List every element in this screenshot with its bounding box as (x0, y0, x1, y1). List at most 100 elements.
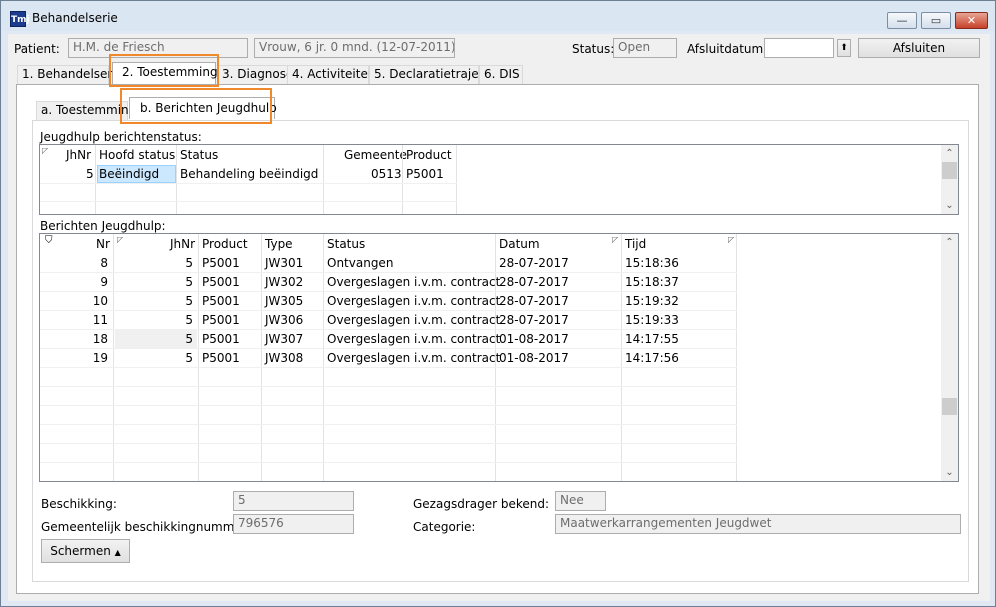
sort-icon: ◸ (117, 235, 124, 244)
tab-declaratietraject[interactable]: 5. Declaratietraject (369, 65, 490, 84)
cell-tijd: 15:19:33 (625, 313, 679, 327)
cell-nr: 10 (92, 294, 108, 308)
cell-nr: 19 (92, 351, 108, 365)
tab-diagnose[interactable]: 3. Diagnose (217, 65, 293, 84)
beschikking-field: 5 (233, 491, 354, 511)
window-title: Behandelserie (32, 11, 118, 25)
up-arrow-icon: ⬆ (840, 43, 848, 53)
cell-nr: 9 (100, 275, 108, 289)
status-label: Status: (572, 42, 615, 56)
cell-status: Overgeslagen i.v.m. contract (327, 332, 501, 346)
col-nr-header[interactable]: Nr (96, 237, 110, 251)
filter-icon[interactable]: ⛉ (45, 235, 53, 246)
col-product-header[interactable]: Product (406, 148, 452, 162)
categorie-label: Categorie: (413, 520, 476, 534)
afsluitdatum-input[interactable] (764, 38, 834, 58)
tab-page-toestemming: a. Toestemming b. Berichten Jeugdhulp Je… (16, 84, 979, 594)
tab-activiteiten[interactable]: 4. Activiteiten (287, 65, 375, 84)
sort-icon: ◸ (42, 146, 49, 155)
cell-type: JW302 (265, 275, 304, 289)
gezagsdrager-field: Nee (555, 491, 606, 511)
cell-type: JW307 (265, 332, 304, 346)
cell-status: Behandeling beëindigd (180, 167, 319, 181)
col-hoofdstatus-header[interactable]: Hoofd status (99, 148, 175, 162)
subtab-panel: Jeugdhulp berichtenstatus: ◸ JhNr Hoofd … (32, 120, 969, 582)
sort-icon: ◸ (612, 235, 619, 244)
cell-jhnr: 5 (185, 256, 193, 270)
afsluiten-button[interactable]: Afsluiten (858, 38, 980, 58)
status-field: Open (613, 38, 677, 58)
cell-product: P5001 (202, 275, 240, 289)
scroll-thumb[interactable] (942, 162, 957, 179)
sort-icon: ◸ (728, 235, 735, 244)
cell-tijd: 15:18:36 (625, 256, 679, 270)
scroll-down-icon[interactable]: ⌄ (941, 464, 958, 481)
cell-datum: 28-07-2017 (499, 256, 569, 270)
col-jhnr-header[interactable]: JhNr (170, 237, 195, 251)
caret-up-icon: ▲ (114, 548, 121, 557)
cell-type: JW308 (265, 351, 304, 365)
afsluitdatum-label: Afsluitdatum: (687, 42, 768, 56)
schermen-button[interactable]: Schermen ▲ (41, 539, 130, 563)
col-status-header[interactable]: Status (180, 148, 218, 162)
col-product-header[interactable]: Product (202, 237, 248, 251)
patient-label: Patient: (14, 42, 60, 56)
close-button[interactable]: ✕ (955, 12, 988, 29)
cell-jhnr: 5 (185, 294, 193, 308)
scroll-thumb[interactable] (942, 398, 957, 415)
minimize-button[interactable]: — (887, 12, 917, 29)
app-icon: Tmj (10, 11, 30, 27)
cell-jhnr: 5 (185, 351, 193, 365)
cell-jhnr: 5 (86, 167, 94, 181)
cell-type: JW306 (265, 313, 304, 327)
cell-nr: 18 (92, 332, 108, 346)
col-gemeente-header[interactable]: Gemeente (344, 148, 407, 162)
highlight-tab (109, 54, 219, 87)
cell-nr: 11 (92, 313, 108, 327)
cell-product: P5001 (202, 351, 240, 365)
col-datum-header[interactable]: Datum (499, 237, 540, 251)
cell-product: P5001 (202, 313, 240, 327)
tab-dis[interactable]: 6. DIS (479, 65, 523, 84)
highlight-subtab (120, 88, 272, 124)
cell-tijd: 14:17:55 (625, 332, 679, 346)
status-grid-label: Jeugdhulp berichtenstatus: (40, 130, 202, 144)
cell-type: JW301 (265, 256, 304, 270)
beschikking-label: Beschikking: (41, 497, 117, 511)
title-bar[interactable]: Tmj Behandelserie — ▭ ✕ (1, 1, 995, 31)
cell-product: P5001 (406, 167, 444, 181)
subtab-toestemming[interactable]: a. Toestemming (36, 101, 136, 120)
cell-nr: 8 (100, 256, 108, 270)
cell-status: Overgeslagen i.v.m. contract (327, 294, 501, 308)
cell-status: Ontvangen (327, 256, 394, 270)
categorie-field: Maatwerkarrangementen Jeugdwet (555, 514, 961, 534)
client-area: Patient: H.M. de Friesch Vrouw, 6 jr. 0 … (8, 34, 990, 601)
col-status-header[interactable]: Status (327, 237, 365, 251)
berichten-grid-scrollbar[interactable]: ⌃ ⌄ (941, 234, 958, 481)
cell-tijd: 15:19:32 (625, 294, 679, 308)
col-jhnr-header[interactable]: JhNr (66, 148, 91, 162)
cell-jhnr: 5 (185, 332, 193, 346)
col-tijd-header[interactable]: Tijd (625, 237, 646, 251)
cell-datum: 28-07-2017 (499, 275, 569, 289)
cell-datum: 01-08-2017 (499, 332, 569, 346)
col-type-header[interactable]: Type (265, 237, 293, 251)
status-grid-scrollbar[interactable]: ⌃ ⌄ (941, 145, 958, 214)
gemeentelijk-label: Gemeentelijk beschikkingnummer: (41, 520, 251, 534)
cell-status: Overgeslagen i.v.m. contract (327, 275, 501, 289)
scroll-down-icon[interactable]: ⌄ (941, 197, 958, 214)
cell-datum: 01-08-2017 (499, 351, 569, 365)
scroll-up-icon[interactable]: ⌃ (941, 234, 958, 251)
gemeentelijk-field: 796576 (233, 514, 354, 534)
status-grid[interactable]: ◸ JhNr Hoofd status Status Gemeente Prod… (39, 144, 959, 215)
date-picker-button[interactable]: ⬆ (837, 39, 851, 57)
cell-product: P5001 (202, 332, 240, 346)
cell-type: JW305 (265, 294, 304, 308)
berichten-grid[interactable]: ⛉ Nr ◸ JhNr Product Type Status Datum ◸ … (39, 233, 959, 482)
cell-jhnr: 5 (185, 313, 193, 327)
maximize-button[interactable]: ▭ (921, 12, 951, 29)
tab-behandelserie[interactable]: 1. Behandelserie (17, 65, 123, 84)
cell-hoofdstatus: Beëindigd (97, 165, 176, 183)
berichten-grid-label: Berichten Jeugdhulp: (40, 219, 166, 233)
scroll-up-icon[interactable]: ⌃ (941, 145, 958, 162)
